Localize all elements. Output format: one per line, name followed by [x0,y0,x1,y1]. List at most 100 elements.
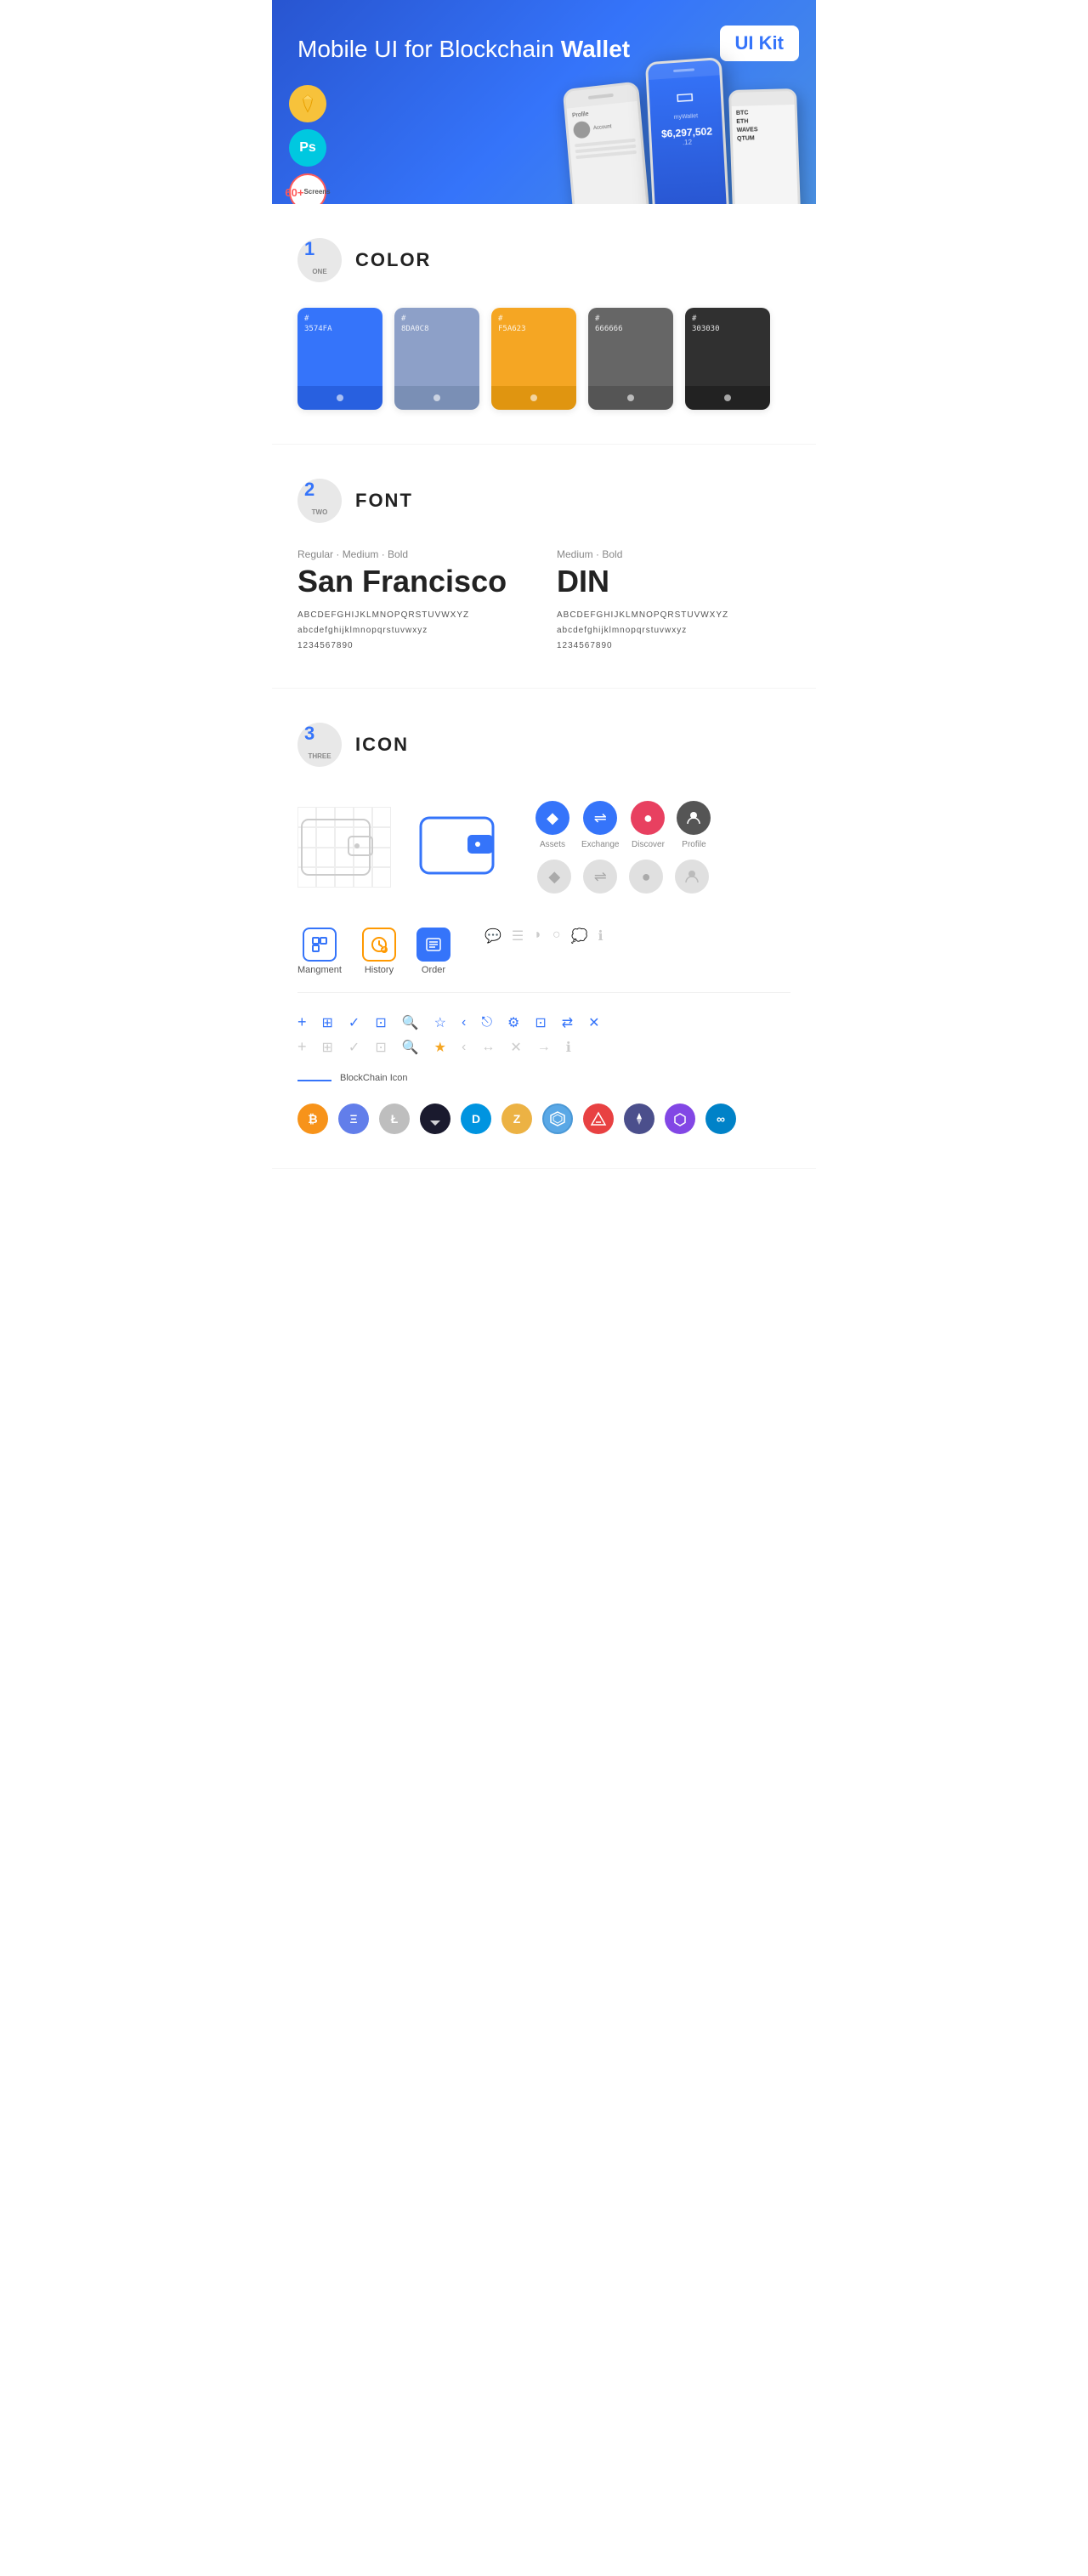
section-number-2: 2 TWO [298,479,342,523]
blockchain-divider: BlockChain Icon [298,1073,790,1093]
swap-icon[interactable]: ⇄ [562,1014,573,1031]
din-weight-label: Medium · Bold [557,548,790,560]
assets-icon-gray: ◆ [537,860,571,894]
share-icon[interactable]: ⎋ [481,1015,492,1030]
discover-icon-gray: ● [629,860,663,894]
close-icon[interactable]: ✕ [588,1014,599,1031]
color-title: COLOR [355,249,431,271]
swatch-gray: #666666 [588,308,673,410]
skycoin-icon: ∞ [706,1104,736,1134]
management-icon-item: Mangment [298,928,342,975]
section-number-3: 3 THREE [298,723,342,767]
icon-section: 3 THREE ICON [272,689,816,1169]
sketch-badge [289,85,326,122]
nav-icons-group: ◆ Assets ⇌ Exchange ● Discover [536,801,711,894]
exchange-label: Exchange [581,840,619,849]
icon-section-header: 3 THREE ICON [298,723,790,767]
order-icon [416,928,450,962]
back-icon-gray: ‹ [462,1040,466,1055]
swatch-dark: #303030 [685,308,770,410]
moon-icon: ◗ [534,928,542,945]
exchange-icon-item: ⇌ Exchange [581,801,619,849]
swatch-blue: #3574FA [298,308,382,410]
management-icon [303,928,337,962]
hero-badges: Ps 60+ Screens [289,85,326,204]
din-lowercase: abcdefghijklmnopqrstuvwxyz [557,623,790,638]
upload-icon[interactable]: ⊡ [535,1014,546,1031]
forward-icon-gray: → [537,1040,551,1055]
bitcoin-icon: ₿ [298,1104,328,1134]
profile-label: Profile [682,840,706,849]
din-numbers: 1234567890 [557,638,790,654]
star-icon[interactable]: ☆ [434,1014,446,1031]
plus-icon-gray: + [298,1038,307,1056]
circle-icon: ○ [552,928,561,945]
check-icon[interactable]: ✓ [348,1014,360,1031]
ethereum-icon: Ξ [338,1104,369,1134]
search-icon[interactable]: 🔍 [402,1014,419,1031]
wallet-icon-outline [298,807,391,888]
wallet-icon-filled [416,805,510,890]
font-grid: Regular · Medium · Bold San Francisco AB… [298,548,790,654]
discover-icon-item: ● Discover [631,801,665,849]
ark-icon [624,1104,654,1134]
qr-icon[interactable]: ⊡ [375,1014,386,1031]
close-icon-gray: ✕ [510,1039,521,1056]
exchange-icon: ⇌ [583,801,617,835]
blackcoin-icon [420,1104,450,1134]
ps-badge: Ps [289,129,326,167]
share-icon-gray: ↔ [481,1040,495,1055]
ui-kit-badge: UI Kit [720,26,799,61]
plus-icon[interactable]: + [298,1013,307,1031]
discover-icon: ● [631,801,665,835]
avax-icon [583,1104,614,1134]
font-san-francisco: Regular · Medium · Bold San Francisco AB… [298,548,531,654]
blockchain-label: BlockChain Icon [340,1073,408,1083]
order-label: Order [422,965,445,975]
bubble-icon: 💭 [571,928,588,945]
discover-label: Discover [632,840,665,849]
sf-lowercase: abcdefghijklmnopqrstuvwxyz [298,623,531,638]
profile-icon-gray [675,860,709,894]
stack-icon: ☰ [512,928,524,945]
search-icon-gray: 🔍 [402,1039,419,1056]
back-icon[interactable]: ‹ [462,1015,466,1030]
settings-icon[interactable]: ⚙ [507,1014,519,1031]
doc-icon[interactable]: ⊞ [322,1014,333,1031]
litecoin-icon: Ł [379,1104,410,1134]
utility-icons-group: 💬 ☰ ◗ ○ 💭 ℹ [484,928,604,953]
sf-uppercase: ABCDEFGHIJKLMNOPQRSTUVWXYZ [298,608,531,623]
zcash-icon: Z [502,1104,532,1134]
assets-icon: ◆ [536,801,570,835]
sf-weight-label: Regular · Medium · Bold [298,548,531,560]
star-icon-active[interactable]: ★ [434,1039,446,1056]
history-icon [362,928,396,962]
wallet-icons-row: ◆ Assets ⇌ Exchange ● Discover [298,792,790,902]
qr-icon-gray: ⊡ [375,1039,386,1056]
color-swatches: #3574FA #8DA0C8 #F5A623 #666666 #303030 [298,308,790,410]
phone-mock-1: Profile Account [563,81,651,204]
color-section: 1 ONE COLOR #3574FA #8DA0C8 #F5A623 #666… [272,204,816,445]
swatch-gray-blue: #8DA0C8 [394,308,479,410]
section-number-1: 1 ONE [298,238,342,282]
chat-icon: 💬 [484,928,502,945]
exchange-icon-gray: ⇌ [583,860,617,894]
crypto-icons-row: ₿ Ξ Ł D Z ∞ [298,1104,790,1134]
blockchain-divider-line [298,1080,332,1081]
small-icons-active: + ⊞ ✓ ⊡ 🔍 ☆ ‹ ⎋ ⚙ ⊡ ⇄ ✕ + ⊞ ✓ ⊡ 🔍 ★ ‹ ↔ … [298,1013,790,1056]
mgmt-icons-row: Mangment History [298,928,790,993]
icon-title: ICON [355,734,409,756]
phone-mock-2: ▭ myWallet $6,297,502 .12 [645,57,729,204]
hero-section: Mobile UI for Blockchain Wallet UI Kit P… [272,0,816,204]
dash-icon: D [461,1104,491,1134]
profile-icon-item: Profile [677,801,711,849]
swatch-orange: #F5A623 [491,308,576,410]
history-icon-item: History [362,928,396,975]
matic-icon [665,1104,695,1134]
assets-icon-item: ◆ Assets [536,801,570,849]
sf-name: San Francisco [298,564,531,599]
font-din: Medium · Bold DIN ABCDEFGHIJKLMNOPQRSTUV… [557,548,790,654]
doc-icon-gray: ⊞ [322,1039,333,1056]
color-section-header: 1 ONE COLOR [298,238,790,282]
order-icon-item: Order [416,928,450,975]
